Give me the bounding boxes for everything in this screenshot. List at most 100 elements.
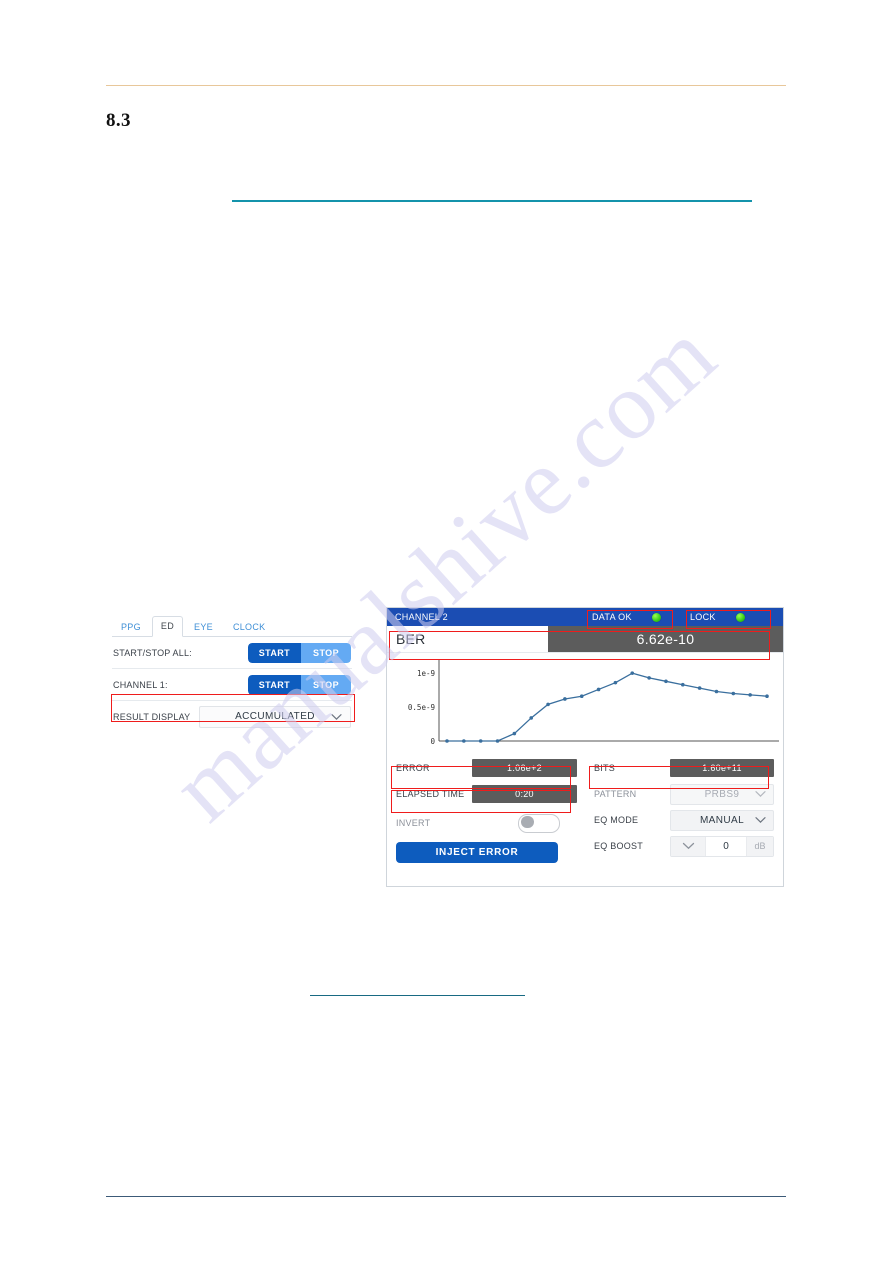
channel-2-panel: CHANNEL 2 DATA OK LOCK BER 6.62e-10 0 0.5…	[386, 607, 784, 887]
eq-boost-label: EQ BOOST	[594, 841, 644, 851]
chart-point	[664, 679, 668, 684]
chart-point	[647, 676, 651, 680]
chart-point	[697, 686, 702, 690]
start-stop-all-row: START/STOP ALL: START STOP	[112, 637, 352, 669]
chevron-down-icon	[755, 791, 766, 798]
eq-mode-value: MANUAL	[699, 814, 745, 826]
data-ok-label: DATA OK	[592, 612, 632, 622]
chart-point	[445, 739, 449, 743]
chart-series-line	[447, 672, 768, 742]
lock-label: LOCK	[690, 612, 716, 622]
invert-toggle-knob	[521, 815, 534, 829]
ber-value: 6.62e-10	[548, 626, 783, 652]
eq-mode-field: EQ MODE MANUAL	[594, 809, 774, 831]
stop-channel-1-button[interactable]: STOP	[301, 674, 351, 695]
svg-text:0.5e-9: 0.5e-9	[408, 703, 435, 712]
header-rule	[106, 85, 786, 86]
pattern-field: PATTERN PRBS9	[594, 783, 774, 805]
eq-boost-unit: dB	[746, 836, 773, 856]
eq-boost-field: EQ BOOST 0 dB	[594, 835, 774, 857]
ber-chart: 0 0.5e-9 1e-9	[387, 653, 783, 751]
pattern-label: PATTERN	[594, 789, 637, 799]
chart-point	[765, 694, 769, 699]
channel-1-label: CHANNEL 1:	[113, 679, 168, 690]
tab-bar: PPG ED EYE CLOCK	[112, 610, 352, 637]
ber-label: BER	[396, 631, 426, 647]
ber-chart-svg: 0 0.5e-9 1e-9	[408, 659, 779, 746]
chart-point	[495, 739, 500, 743]
eq-mode-select[interactable]: MANUAL	[670, 809, 774, 831]
invert-label: INVERT	[396, 818, 431, 828]
result-display-row: RESULT DISPLAY ACCUMULATED	[112, 701, 352, 732]
bits-field: BITS 1.60e+11	[594, 757, 774, 779]
lock-led-icon	[735, 612, 745, 622]
elapsed-time-value: 0:20	[472, 785, 577, 803]
chart-axis	[438, 659, 779, 742]
tab-ppg[interactable]: PPG	[112, 617, 150, 637]
chart-point	[579, 694, 584, 699]
start-channel-1-button[interactable]: START	[247, 674, 302, 695]
data-ok-status: DATA OK	[592, 612, 661, 622]
heading-underline-lower	[310, 995, 525, 997]
document-page: 8.3 PPG ED EYE CLOCK START/STOP ALL: STA…	[0, 0, 893, 1263]
chart-point	[680, 682, 685, 687]
chart-point	[563, 697, 567, 701]
channel-2-titlebar: CHANNEL 2 DATA OK LOCK	[387, 608, 783, 626]
chevron-down-icon	[331, 713, 342, 720]
chart-y-tick-labels: 0 0.5e-9 1e-9	[408, 669, 436, 746]
channel-2-title: CHANNEL 2	[395, 612, 448, 622]
chart-point	[478, 739, 483, 743]
start-stop-all-buttons: START STOP	[247, 642, 351, 663]
result-display-label: RESULT DISPLAY	[113, 711, 191, 722]
error-label: ERROR	[396, 763, 430, 773]
bits-label: BITS	[594, 763, 616, 773]
inject-error-button[interactable]: INJECT ERROR	[396, 842, 558, 863]
invert-row: INVERT	[396, 811, 577, 835]
invert-toggle[interactable]	[518, 813, 560, 833]
chart-point	[512, 731, 517, 736]
chart-data-points	[445, 671, 769, 743]
pattern-value: PRBS9	[704, 788, 740, 800]
readout-controls-grid: ERROR 1.06e+2 ELAPSED TIME 0:20 INVERT I…	[387, 753, 783, 887]
tab-ed[interactable]: ED	[151, 616, 184, 637]
start-all-button[interactable]: START	[247, 642, 302, 663]
footer-rule	[106, 1196, 786, 1198]
result-display-select[interactable]: ACCUMULATED	[199, 705, 351, 728]
elapsed-time-label: ELAPSED TIME	[396, 789, 465, 799]
start-stop-all-label: START/STOP ALL:	[113, 647, 192, 658]
elapsed-time-field: ELAPSED TIME 0:20	[396, 783, 577, 805]
channel-1-buttons: START STOP	[247, 674, 351, 695]
chevron-down-icon	[755, 817, 766, 824]
lock-status: LOCK	[690, 612, 745, 622]
svg-text:1e-9: 1e-9	[417, 669, 435, 678]
pattern-select[interactable]: PRBS9	[670, 783, 774, 805]
chevron-down-icon[interactable]	[671, 836, 706, 856]
chart-point	[748, 693, 752, 697]
chart-point	[714, 689, 719, 694]
channel-1-row: CHANNEL 1: START STOP	[112, 669, 352, 701]
eq-mode-label: EQ MODE	[594, 815, 639, 825]
stop-all-button[interactable]: STOP	[301, 642, 351, 663]
chart-point	[731, 691, 736, 696]
tab-eye[interactable]: EYE	[185, 617, 222, 637]
bits-value: 1.60e+11	[670, 759, 774, 777]
chart-point	[613, 680, 618, 685]
result-display-value: ACCUMULATED	[235, 711, 315, 722]
readout-column-left: ERROR 1.06e+2 ELAPSED TIME 0:20 INVERT I…	[387, 753, 585, 887]
svg-text:0: 0	[430, 737, 435, 746]
eq-boost-value[interactable]: 0	[706, 836, 746, 856]
chart-point	[529, 716, 534, 720]
ber-row: BER 6.62e-10	[387, 626, 783, 653]
chart-point	[546, 702, 550, 707]
chart-point	[630, 671, 635, 675]
readout-column-right: BITS 1.60e+11 PATTERN PRBS9 EQ MODE MANU…	[585, 753, 783, 887]
eq-boost-stepper[interactable]: 0 dB	[670, 835, 774, 857]
heading-underline-upper	[232, 200, 752, 202]
tab-clock[interactable]: CLOCK	[224, 617, 275, 637]
section-number: 8.3	[106, 110, 131, 131]
error-value: 1.06e+2	[472, 759, 577, 777]
ed-control-panel: PPG ED EYE CLOCK START/STOP ALL: START S…	[112, 610, 352, 732]
data-ok-led-icon	[651, 612, 661, 622]
chart-point	[462, 739, 466, 743]
chart-point	[596, 687, 601, 692]
